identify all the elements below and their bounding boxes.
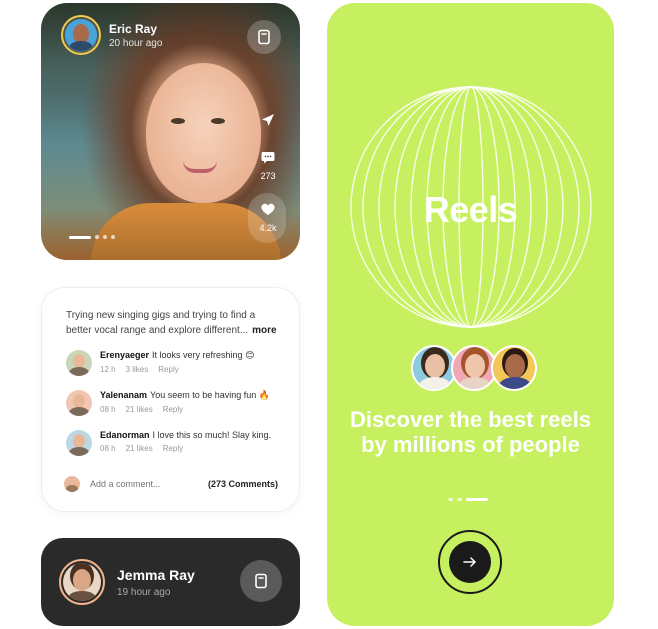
reply-link[interactable]: Reply (163, 405, 183, 414)
onboarding-tagline: Discover the best reels by millions of p… (350, 407, 591, 457)
send-icon (262, 114, 274, 126)
avatar-group (411, 345, 537, 391)
comments-button[interactable]: 273 (251, 151, 285, 181)
post-author[interactable]: Eric Ray 20 hour ago (61, 15, 162, 55)
pager-dot (457, 498, 462, 501)
carousel-dot (103, 235, 107, 239)
bookmark-icon (258, 29, 270, 45)
comment-item: Yalenanam You seem to be having fun 🔥 08 … (66, 390, 270, 416)
comment-likes: 21 likes (125, 444, 153, 453)
bookmark-button[interactable] (247, 20, 281, 54)
onboarding-title: Reels (423, 189, 518, 230)
comment-username[interactable]: Edanorman (100, 430, 150, 440)
comment-likes: 3 likes (125, 365, 149, 374)
avatar-image (63, 563, 101, 601)
onboarding-panel: Reels Discover the best reels by million… (327, 3, 614, 626)
pager-dot-active (466, 498, 488, 501)
carousel-dot (111, 235, 115, 239)
avatar[interactable] (66, 430, 92, 456)
likes-count: 4.2k (259, 223, 277, 233)
carousel-dot (95, 235, 99, 239)
profile-time: 19 hour ago (117, 586, 171, 598)
avatar (491, 345, 537, 391)
comment-text: You seem to be having fun 🔥 (150, 390, 270, 400)
profile-name[interactable]: Jemma Ray (117, 567, 195, 583)
avatar-image (65, 19, 97, 51)
next-button-inner[interactable] (449, 541, 491, 583)
carousel-dot-active (69, 235, 91, 239)
comments-card: Trying new singing gigs and trying to fi… (41, 287, 300, 512)
add-comment-input[interactable] (90, 479, 200, 489)
comment-time: 08 h (100, 444, 116, 453)
like-button[interactable]: 4.2k (251, 203, 285, 233)
comment-item: Erenyaeger It looks very refreshing 😊 12 … (66, 350, 254, 376)
comment-text: I love this so much! Slay king. (152, 430, 272, 440)
share-button[interactable] (251, 113, 285, 132)
photo-post-card[interactable]: Eric Ray 20 hour ago 273 4.2k (41, 3, 300, 260)
post-time: 20 hour ago (109, 37, 163, 49)
comment-username[interactable]: Yalenanam (100, 390, 147, 400)
heart-icon (261, 203, 275, 215)
comment-icon (261, 152, 275, 164)
comment-likes: 21 likes (125, 405, 153, 414)
avatar[interactable] (61, 15, 101, 55)
total-comments-link[interactable]: (273 Comments) (208, 479, 278, 489)
comment-time: 12 h (100, 365, 116, 374)
avatar[interactable] (66, 390, 92, 416)
comment-text: It looks very refreshing 😊 (152, 350, 255, 360)
profile-card[interactable]: Jemma Ray 19 hour ago (41, 538, 300, 626)
post-caption: Trying new singing gigs and trying to fi… (66, 308, 279, 338)
bookmark-icon (255, 573, 267, 589)
avatar[interactable] (66, 350, 92, 376)
carousel-indicator (69, 235, 115, 239)
pager-dot (448, 498, 453, 501)
comment-time: 08 h (100, 405, 116, 414)
add-comment-row: (273 Comments) (64, 476, 278, 492)
caption-text: Trying new singing gigs and trying to fi… (66, 310, 256, 336)
onboarding-pager (448, 498, 488, 501)
comment-item: Edanorman I love this so much! Slay king.… (66, 430, 271, 456)
avatar (64, 476, 80, 492)
next-button[interactable] (438, 530, 502, 594)
reply-link[interactable]: Reply (163, 444, 183, 453)
avatar[interactable] (59, 559, 105, 605)
comments-count: 273 (260, 171, 276, 181)
more-link[interactable]: more (252, 325, 276, 336)
reply-link[interactable]: Reply (158, 365, 178, 374)
comment-username[interactable]: Erenyaeger (100, 350, 149, 360)
bookmark-button[interactable] (240, 560, 282, 602)
author-name[interactable]: Eric Ray (109, 22, 162, 36)
arrow-right-icon (463, 557, 476, 567)
